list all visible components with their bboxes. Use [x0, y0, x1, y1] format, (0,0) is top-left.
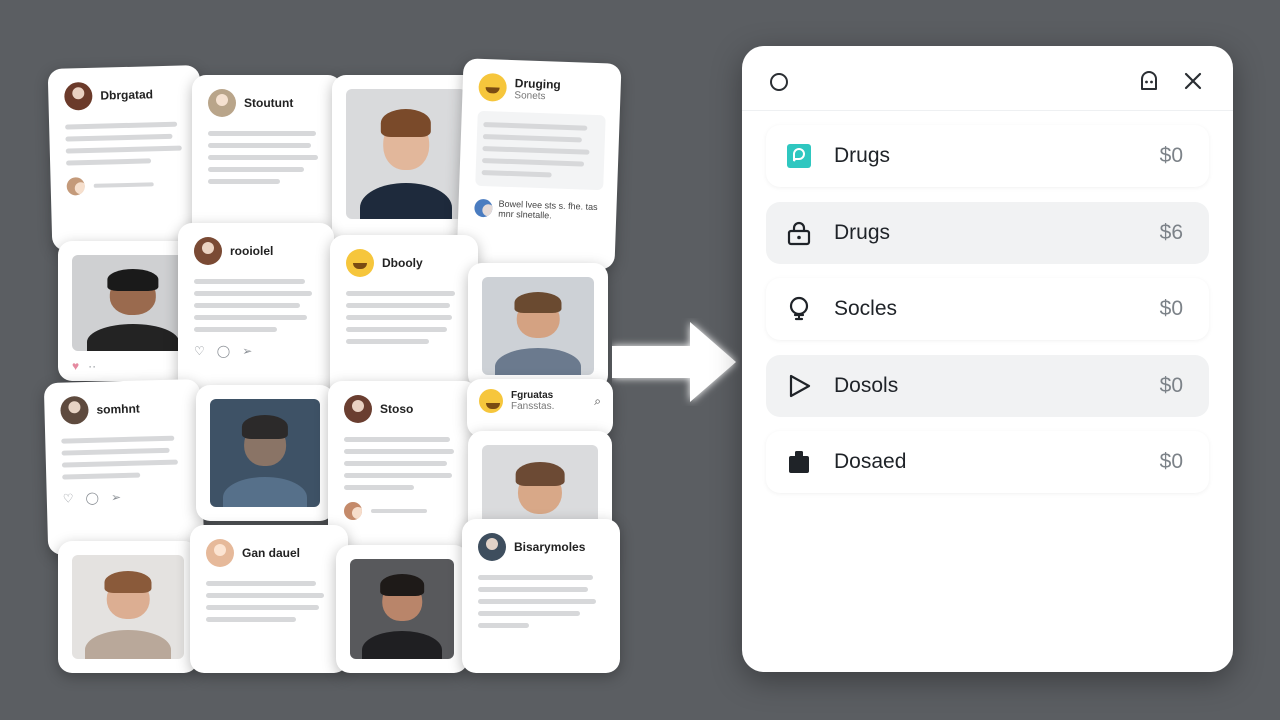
lightbulb-icon [786, 296, 812, 322]
social-feed-collage: Dbrgatad Stoutunt ♥ ·· Druging Sonets [40, 55, 630, 675]
category-label: Socles [834, 297, 898, 320]
like-icon[interactable]: ♡ [63, 491, 74, 505]
category-list: Drugs $0 Drugs $6 Socles $0 Dosols $0 Do… [742, 111, 1233, 522]
avatar [60, 395, 89, 425]
profile-photo [482, 277, 594, 375]
profile-photo [210, 399, 320, 507]
avatar [194, 237, 222, 265]
chat-bubble-icon [786, 143, 812, 169]
emoji-avatar [346, 249, 374, 277]
category-amount: $0 [1159, 450, 1183, 473]
share-icon[interactable]: ➢ [111, 490, 121, 504]
like-icon[interactable]: ♡ [194, 344, 205, 358]
post-author: Fgruatas [511, 390, 554, 401]
profile-photo [72, 255, 194, 351]
category-amount: $0 [1159, 297, 1183, 320]
avatar [478, 533, 506, 561]
arrow-right-icon [612, 322, 736, 402]
post-author: rooiolel [230, 244, 274, 258]
bag-icon [786, 449, 812, 475]
category-label: Dosols [834, 373, 899, 397]
avatar [344, 502, 362, 520]
post-author: Stoutunt [244, 96, 294, 110]
avatar [208, 89, 236, 117]
post-author: Gan dauel [242, 546, 301, 560]
ghost-icon[interactable] [1138, 70, 1160, 92]
category-amount: $6 [1159, 220, 1183, 244]
post-card[interactable]: rooiolel ♡ ◯ ➢ [178, 223, 334, 399]
category-amount: $0 [1159, 144, 1183, 167]
post-author: Bisarymoles [514, 540, 586, 554]
post-card[interactable]: Dbooly [330, 235, 478, 405]
post-card[interactable]: Gan dauel [190, 525, 348, 673]
photo-card[interactable] [196, 385, 334, 521]
post-author: Stoso [380, 402, 414, 416]
category-row-drugs-locked[interactable]: Drugs $6 [766, 201, 1209, 264]
photo-card[interactable] [468, 263, 608, 389]
close-icon[interactable] [1182, 70, 1204, 92]
category-row-socles[interactable]: Socles $0 [766, 278, 1209, 340]
category-label: Drugs [834, 220, 891, 244]
photo-card[interactable] [336, 545, 468, 673]
category-label: Dosaed [834, 450, 907, 473]
profile-photo [72, 555, 184, 659]
avatar [66, 177, 85, 196]
post-card[interactable]: Fgruatas Fansstas. ⌕ [467, 379, 613, 437]
emoji-avatar [478, 72, 508, 102]
post-subtitle: Sonets [514, 89, 546, 102]
profile-photo [350, 559, 454, 659]
photo-card[interactable] [58, 541, 198, 673]
comment-icon[interactable]: ◯ [85, 491, 99, 505]
categories-panel: Drugs $0 Drugs $6 Socles $0 Dosols $0 Do… [742, 46, 1233, 672]
post-card[interactable]: somhnt ♡ ◯ ➢ [43, 378, 205, 556]
post-author: Dbrgatad [100, 87, 154, 103]
category-row-dosols[interactable]: Dosols $0 [766, 354, 1209, 417]
more-icon: ·· [88, 359, 97, 373]
category-amount: $0 [1159, 373, 1183, 397]
search-icon[interactable]: ⌕ [594, 394, 601, 409]
panel-header [742, 46, 1233, 111]
lock-icon [786, 220, 812, 246]
heart-icon[interactable]: ♥ [72, 359, 79, 373]
profile-photo [346, 89, 466, 219]
post-author: Dbooly [382, 256, 423, 270]
avatar [64, 81, 93, 111]
post-card[interactable]: Bisarymoles [462, 519, 620, 673]
share-icon[interactable]: ➢ [242, 344, 252, 358]
post-card[interactable]: Stoso [328, 381, 478, 551]
post-author: Druging [514, 75, 562, 92]
post-card[interactable]: Dbrgatad [47, 65, 205, 251]
category-row-dosaed[interactable]: Dosaed $0 [766, 431, 1209, 493]
post-card[interactable]: Stoutunt [192, 75, 342, 245]
emoji-avatar [479, 389, 503, 413]
circle-icon[interactable] [770, 73, 788, 91]
comment-icon[interactable]: ◯ [217, 344, 230, 358]
category-label: Drugs [834, 144, 891, 167]
post-card[interactable]: Druging Sonets Bowel lvee sts s. fhe. ta… [456, 58, 622, 270]
post-footer-text: Bowel lvee sts s. fhe. tas mnr slnetalle… [498, 198, 598, 221]
category-row-drugs[interactable]: Drugs $0 [766, 125, 1209, 187]
post-author: somhnt [96, 401, 141, 417]
avatar [344, 395, 372, 423]
play-icon [786, 373, 812, 399]
avatar [474, 198, 493, 218]
post-subtitle: Fansstas. [511, 401, 555, 412]
avatar [206, 539, 234, 567]
